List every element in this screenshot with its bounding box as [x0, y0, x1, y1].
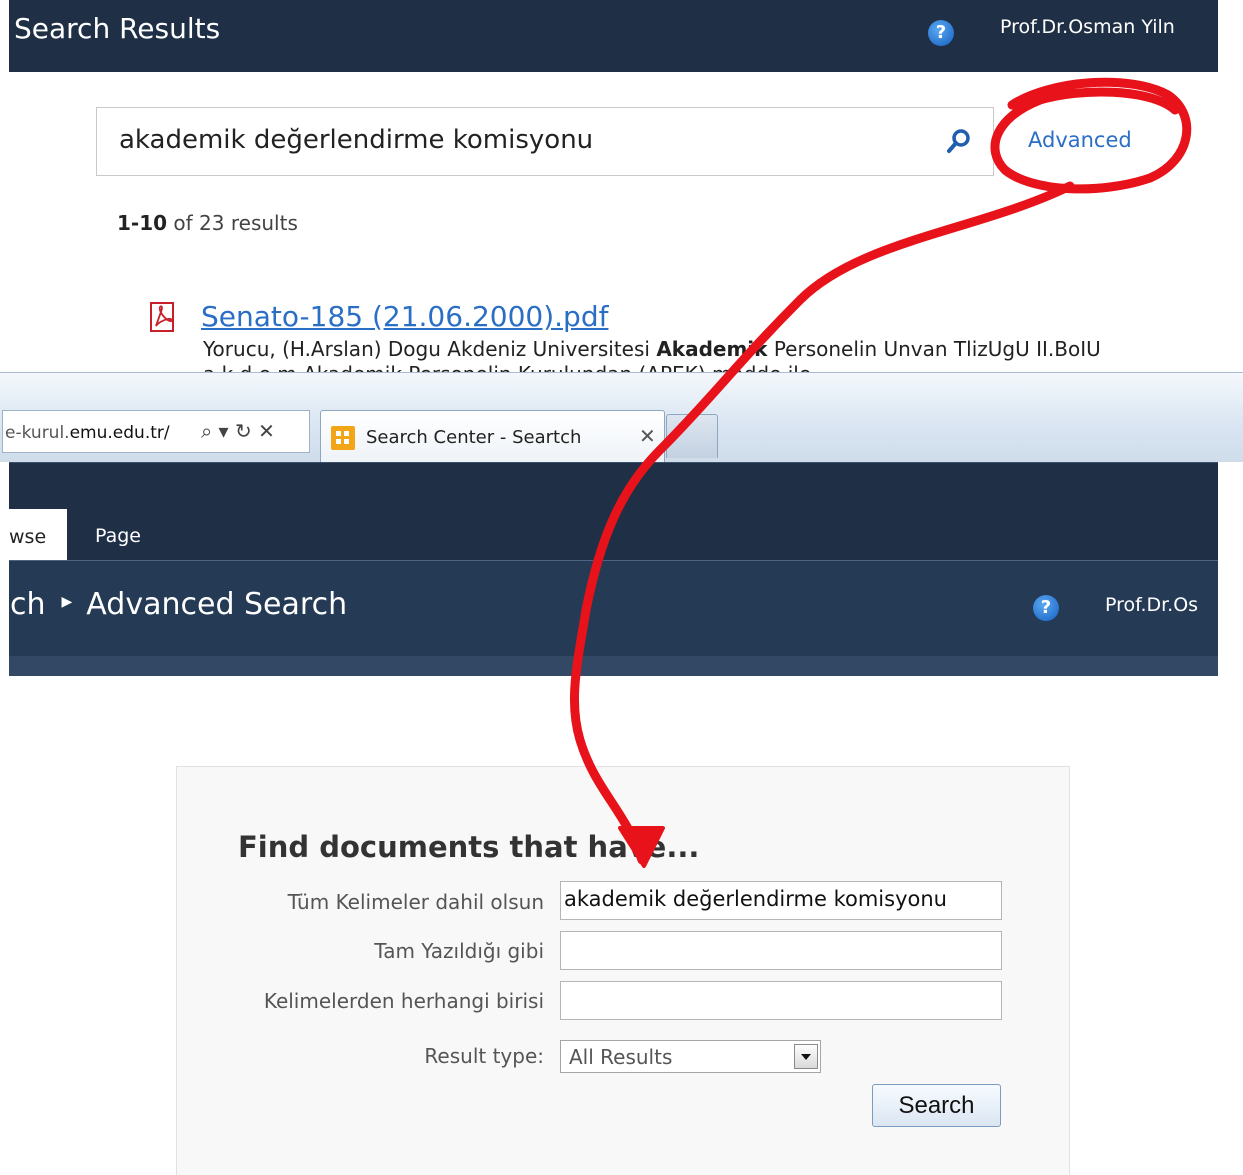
- screenshot-composite: Search Results ? Prof.Dr.Osman Yiln akad…: [0, 0, 1243, 1175]
- result-type-select[interactable]: All Results: [560, 1040, 821, 1073]
- breadcrumb-current: Advanced Search: [86, 587, 348, 622]
- snippet-text: Yorucu, (H.Arslan) Dogu Akdeniz Universi…: [203, 337, 657, 361]
- all-words-field[interactable]: akademik değerlendirme komisyonu: [560, 881, 1002, 920]
- address-tools-icons[interactable]: ⌕ ▾ ↻ ✕: [201, 419, 275, 443]
- form-heading: Find documents that have...: [238, 830, 700, 864]
- pdf-icon: [150, 302, 174, 332]
- browser-tab-active[interactable]: Search Center - Seartch ✕: [320, 410, 665, 462]
- result-type-value: All Results: [569, 1045, 673, 1069]
- address-prefix: e-kurul.: [5, 423, 70, 443]
- ribbon-bar: [9, 462, 1218, 560]
- breadcrumb-parent[interactable]: ch: [10, 587, 46, 622]
- address-domain: emu.edu.tr/: [69, 423, 170, 443]
- address-text: e-kurul.emu.edu.tr/: [5, 423, 170, 443]
- result-snippet: Yorucu, (H.Arslan) Dogu Akdeniz Universi…: [203, 337, 1218, 361]
- exact-phrase-label: Tam Yazıldığı gibi: [374, 939, 544, 963]
- result-type-label: Result type:: [424, 1044, 544, 1068]
- results-total: of 23 results: [167, 211, 298, 235]
- snippet-highlight: Akademik: [656, 337, 768, 361]
- ribbon-tab-page[interactable]: Page: [95, 525, 141, 547]
- results-count: 1-10 of 23 results: [117, 211, 298, 235]
- address-bar[interactable]: e-kurul.emu.edu.tr/ ⌕ ▾ ↻ ✕: [2, 410, 310, 453]
- search-input[interactable]: akademik değerlendirme komisyonu: [96, 107, 994, 176]
- title-bar-strip: [9, 656, 1218, 676]
- any-words-field[interactable]: [560, 981, 1002, 1020]
- ribbon-tab-browse[interactable]: wse: [9, 509, 67, 560]
- tab-close-icon[interactable]: ✕: [639, 424, 656, 448]
- user-name[interactable]: Prof.Dr.Os: [1105, 594, 1198, 616]
- results-range: 1-10: [117, 211, 168, 235]
- exact-phrase-field[interactable]: [560, 931, 1002, 970]
- chevron-down-icon[interactable]: [794, 1044, 818, 1069]
- magnifier-icon[interactable]: [944, 126, 974, 156]
- search-button[interactable]: Search: [872, 1084, 1001, 1127]
- search-input-value: akademik değerlendirme komisyonu: [119, 125, 594, 155]
- advanced-search-link[interactable]: Advanced: [1028, 128, 1132, 152]
- ribbon-tab-browse-label: wse: [9, 526, 47, 548]
- new-tab-button[interactable]: [666, 414, 718, 458]
- help-icon[interactable]: ?: [928, 20, 954, 46]
- user-name[interactable]: Prof.Dr.Osman Yiln: [1000, 16, 1175, 38]
- browser-tab-title: Search Center - Seartch: [366, 427, 582, 448]
- result-title-link[interactable]: Senato-185 (21.06.2000).pdf: [201, 300, 608, 333]
- breadcrumb-arrow-icon: ▶: [61, 593, 73, 610]
- sharepoint-favicon-icon: [331, 426, 355, 450]
- page-title: Search Results: [14, 12, 221, 45]
- snippet-text-end: Personelin Unvan TlizUgU II.BoIU: [767, 337, 1101, 361]
- all-words-label: Tüm Kelimeler dahil olsun: [287, 890, 544, 914]
- help-icon[interactable]: ?: [1033, 595, 1059, 621]
- any-words-label: Kelimelerden herhangi birisi: [263, 989, 544, 1013]
- breadcrumb: ch ▶ Advanced Search: [10, 587, 347, 622]
